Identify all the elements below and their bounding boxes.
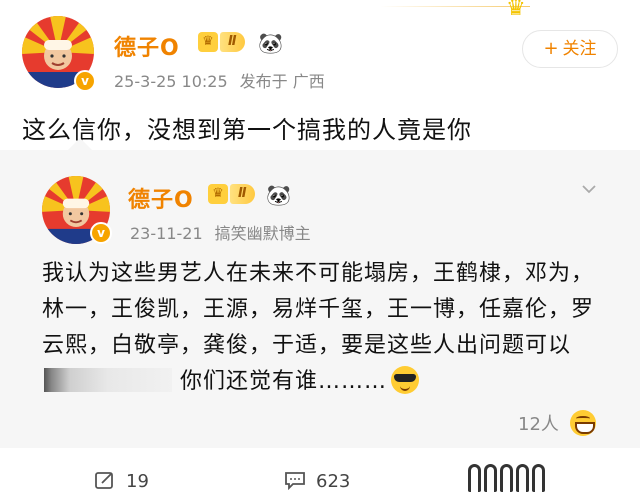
blurred-text	[44, 368, 172, 392]
panda-icon: 🐼	[258, 31, 283, 55]
post-meta: 25-3-25 10:25 发布于 广西	[114, 68, 325, 92]
sunglasses-emoji-icon	[391, 366, 420, 394]
plus-icon: +	[543, 38, 559, 59]
post-location: 发布于 广西	[239, 72, 325, 91]
comment-icon	[285, 472, 305, 491]
comment-count: 623	[316, 471, 351, 492]
post-date: 25-3-25 10:25	[114, 72, 228, 91]
follow-button[interactable]: + 关注	[522, 30, 618, 68]
repost-icon	[95, 472, 113, 489]
chevron-down-icon[interactable]	[580, 180, 598, 198]
verified-badge-icon: v	[74, 70, 96, 92]
quoted-text: 我认为这些男艺人在未来不可能塌房，王鹤棣，邓为，林一，王俊凯，王源，易烊千玺，王…	[42, 261, 595, 394]
repost-button[interactable]: 19	[94, 470, 149, 494]
comment-button[interactable]: 623	[284, 470, 350, 494]
quoted-level-badge: ♛ Ⅱ	[208, 184, 255, 206]
quoted-date: 23-11-21	[130, 224, 203, 243]
repost-count: 19	[126, 471, 149, 492]
panda-icon: 🐼	[266, 183, 291, 207]
crown-icon: ♛	[198, 32, 218, 52]
quoted-author-name[interactable]: 德子O	[128, 182, 194, 214]
level-badge: ♛ Ⅱ	[198, 32, 245, 54]
like-button[interactable]	[468, 464, 548, 494]
quoted-source: 搞笑幽默博主	[214, 224, 311, 243]
crown-decoration-icon: ♛	[506, 0, 526, 21]
author-name[interactable]: 德子O	[114, 30, 180, 62]
card-pointer	[68, 138, 92, 150]
crown-icon: ♛	[208, 184, 228, 204]
grin-emoji-icon	[570, 410, 596, 436]
quoted-verified-badge-icon: v	[90, 222, 112, 244]
quoted-likes[interactable]: 12人	[518, 410, 559, 436]
quoted-meta: 23-11-21 搞笑幽默博主	[130, 220, 311, 244]
